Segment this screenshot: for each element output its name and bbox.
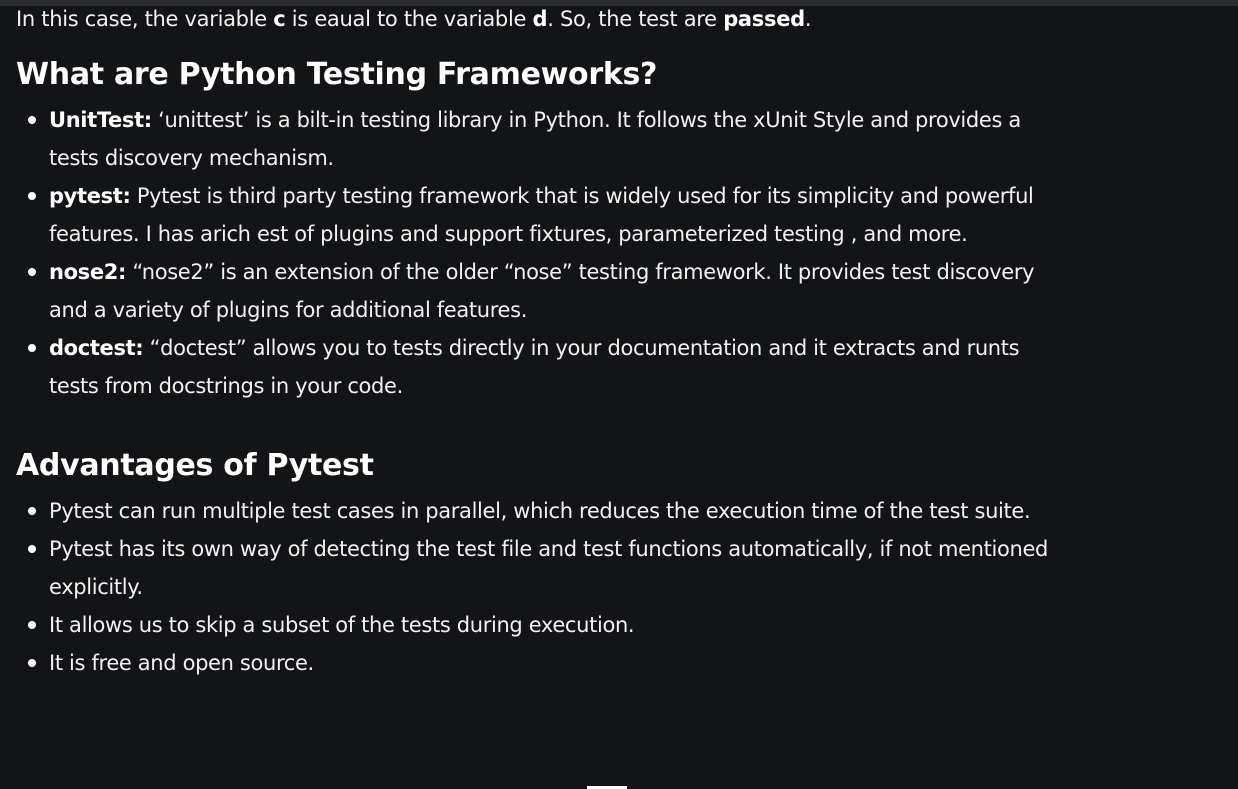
list-item: nose2: “nose2” is an extension of the ol…: [16, 253, 1056, 329]
framework-description: Pytest is third party testing framework …: [49, 184, 1034, 246]
list-item: Pytest can run multiple test cases in pa…: [16, 492, 1056, 530]
intro-text: .: [804, 7, 812, 31]
intro-text: is eaual to the variable: [285, 7, 533, 31]
framework-description: ‘unittest’ is a bilt-in testing library …: [49, 108, 1021, 170]
bullet-icon: [28, 268, 36, 276]
variable-d: d: [532, 7, 548, 31]
framework-term: UnitTest:: [49, 108, 152, 132]
advantages-heading: Advantages of Pytest: [16, 448, 374, 483]
bullet-icon: [28, 116, 36, 124]
list-item: UnitTest: ‘unittest’ is a bilt-in testin…: [16, 101, 1056, 177]
bullet-icon: [28, 344, 36, 352]
framework-term: pytest:: [49, 184, 131, 208]
list-item: It allows us to skip a subset of the tes…: [16, 606, 1056, 644]
bullet-icon: [28, 621, 36, 629]
bullet-icon: [28, 659, 36, 667]
intro-text: In this case, the variable: [16, 7, 274, 31]
intro-text: . So, the test are: [547, 7, 724, 31]
advantage-text: It allows us to skip a subset of the tes…: [49, 613, 635, 637]
intro-paragraph: In this case, the variable c is eaual to…: [16, 5, 1216, 33]
advantage-text: It is free and open source.: [49, 651, 314, 675]
list-item: It is free and open source.: [16, 644, 1056, 682]
bullet-icon: [28, 192, 36, 200]
frameworks-list: UnitTest: ‘unittest’ is a bilt-in testin…: [16, 101, 1216, 405]
advantage-text: Pytest can run multiple test cases in pa…: [49, 499, 1031, 523]
frameworks-heading: What are Python Testing Frameworks?: [16, 57, 658, 92]
list-item: Pytest has its own way of detecting the …: [16, 530, 1056, 606]
list-item: doctest: “doctest” allows you to tests d…: [16, 329, 1056, 405]
bullet-icon: [28, 507, 36, 515]
framework-description: “nose2” is an extension of the older “no…: [49, 260, 1035, 322]
passed-word: passed: [723, 7, 805, 31]
framework-description: “doctest” allows you to tests directly i…: [49, 336, 1020, 398]
framework-term: nose2:: [49, 260, 127, 284]
list-item: pytest: Pytest is third party testing fr…: [16, 177, 1056, 253]
advantages-list: Pytest can run multiple test cases in pa…: [16, 492, 1216, 682]
framework-term: doctest:: [49, 336, 144, 360]
bullet-icon: [28, 545, 36, 553]
variable-c: c: [273, 7, 286, 31]
advantage-text: Pytest has its own way of detecting the …: [49, 537, 1049, 599]
article-content: In this case, the variable c is eaual to…: [16, 5, 1216, 682]
